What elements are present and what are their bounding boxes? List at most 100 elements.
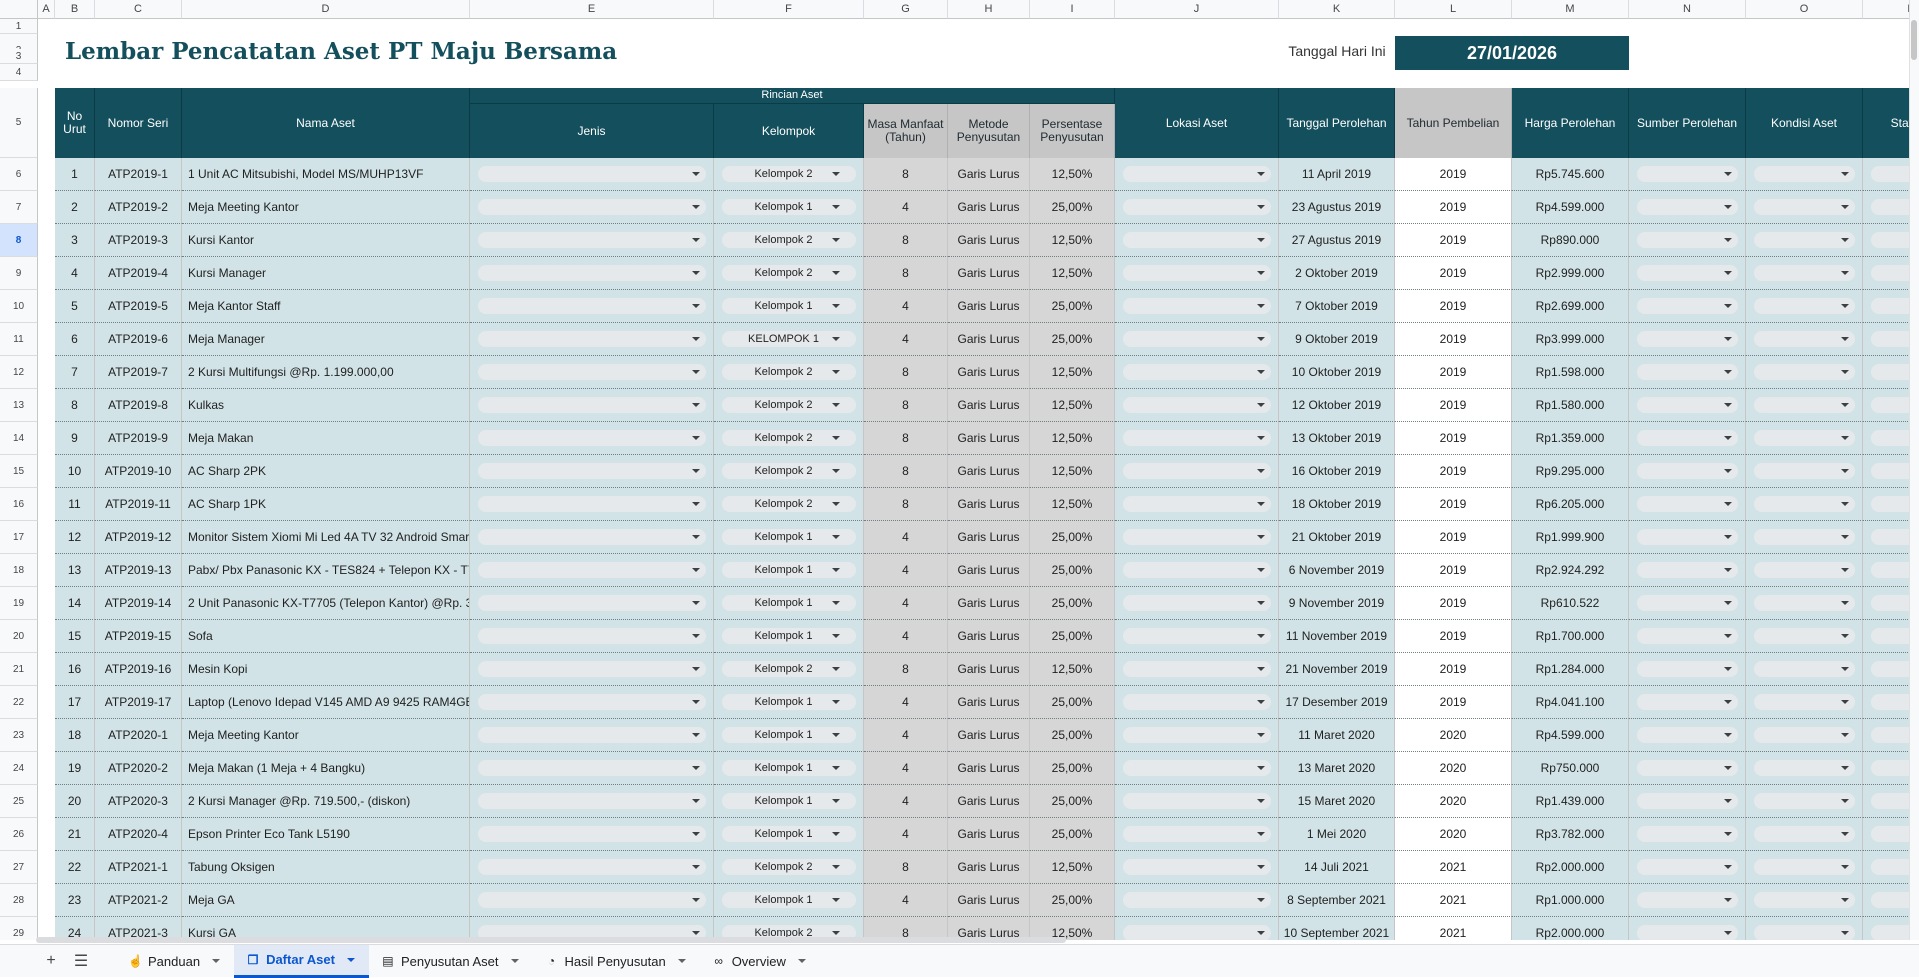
cell-masa-manfaat[interactable]: 8: [864, 224, 948, 257]
cell-no-urut[interactable]: 4: [55, 257, 95, 290]
cell-nama-aset[interactable]: Meja Makan (1 Meja + 4 Bangku): [182, 752, 470, 785]
empty-dropdown-chip[interactable]: [1636, 496, 1738, 512]
cell-metode[interactable]: Garis Lurus: [948, 818, 1030, 851]
cell-kelompok[interactable]: Kelompok 1: [714, 884, 864, 917]
cell-tanggal-perolehan[interactable]: 11 November 2019: [1279, 620, 1395, 653]
cell-tanggal-perolehan[interactable]: 13 Oktober 2019: [1279, 422, 1395, 455]
empty-dropdown-chip[interactable]: [1753, 562, 1855, 578]
cell-nomor-seri[interactable]: ATP2019-11: [95, 488, 182, 521]
cell-kondisi[interactable]: [1746, 719, 1863, 752]
cell-metode[interactable]: Garis Lurus: [948, 224, 1030, 257]
cell-nama-aset[interactable]: Monitor Sistem Xiomi Mi Led 4A TV 32 And…: [182, 521, 470, 554]
cell-persentase[interactable]: 25,00%: [1030, 323, 1115, 356]
cell-persentase[interactable]: 25,00%: [1030, 587, 1115, 620]
cell-nomor-seri[interactable]: ATP2020-2: [95, 752, 182, 785]
cell-lokasi[interactable]: [1115, 455, 1279, 488]
cell-no-urut[interactable]: 14: [55, 587, 95, 620]
cell-harga-perolehan[interactable]: Rp1.439.000: [1512, 785, 1629, 818]
cell-masa-manfaat[interactable]: 8: [864, 488, 948, 521]
empty-dropdown-chip[interactable]: [477, 496, 706, 512]
empty-dropdown-chip[interactable]: [1122, 694, 1271, 710]
cell-tahun-pembelian[interactable]: 2019: [1395, 620, 1512, 653]
cell-nama-aset[interactable]: 2 Kursi Manager @Rp. 719.500,- (diskon): [182, 785, 470, 818]
cell-lokasi[interactable]: [1115, 257, 1279, 290]
cell-kelompok[interactable]: Kelompok 1: [714, 785, 864, 818]
empty-dropdown-chip[interactable]: [477, 727, 706, 743]
cell-sumber[interactable]: [1629, 818, 1746, 851]
cell-nomor-seri[interactable]: ATP2019-2: [95, 191, 182, 224]
cell-tanggal-perolehan[interactable]: 15 Maret 2020: [1279, 785, 1395, 818]
cell-sumber[interactable]: [1629, 884, 1746, 917]
cell-kelompok[interactable]: Kelompok 2: [714, 158, 864, 191]
empty-dropdown-chip[interactable]: [1122, 925, 1271, 940]
cell-kelompok[interactable]: Kelompok 2: [714, 257, 864, 290]
empty-dropdown-chip[interactable]: [1753, 760, 1855, 776]
cell-sumber[interactable]: [1629, 587, 1746, 620]
cell-masa-manfaat[interactable]: 4: [864, 620, 948, 653]
cell-harga-perolehan[interactable]: Rp4.041.100: [1512, 686, 1629, 719]
cell-nomor-seri[interactable]: ATP2019-6: [95, 323, 182, 356]
cell-kelompok[interactable]: Kelompok 1: [714, 752, 864, 785]
kelompok-dropdown-chip[interactable]: Kelompok 1: [721, 727, 856, 743]
cell-status[interactable]: [1863, 587, 1909, 620]
cell-jenis[interactable]: [470, 356, 714, 389]
cell-lokasi[interactable]: [1115, 851, 1279, 884]
tab-menu-arrow-icon[interactable]: [212, 959, 221, 963]
cell-metode[interactable]: Garis Lurus: [948, 686, 1030, 719]
empty-dropdown-chip[interactable]: [477, 199, 706, 215]
empty-dropdown-chip[interactable]: [1122, 430, 1271, 446]
empty-dropdown-chip[interactable]: [477, 793, 706, 809]
empty-dropdown-chip[interactable]: [1122, 628, 1271, 644]
cell-lokasi[interactable]: [1115, 620, 1279, 653]
empty-dropdown-chip[interactable]: [1122, 265, 1271, 281]
cell-tanggal-perolehan[interactable]: 8 September 2021: [1279, 884, 1395, 917]
empty-dropdown-chip[interactable]: [1636, 826, 1738, 842]
cell-jenis[interactable]: [470, 554, 714, 587]
cell-tahun-pembelian[interactable]: 2019: [1395, 587, 1512, 620]
cell-nomor-seri[interactable]: ATP2019-13: [95, 554, 182, 587]
cell-lokasi[interactable]: [1115, 224, 1279, 257]
column-header-a[interactable]: A: [38, 0, 55, 19]
empty-dropdown-chip[interactable]: [1122, 859, 1271, 875]
row-header-24[interactable]: 24: [0, 752, 38, 785]
date-value[interactable]: 27/01/2026: [1395, 36, 1629, 70]
column-header-f[interactable]: F: [714, 0, 864, 19]
empty-dropdown-chip[interactable]: [1636, 925, 1738, 940]
empty-dropdown-chip[interactable]: [477, 760, 706, 776]
cell-kelompok[interactable]: Kelompok 1: [714, 554, 864, 587]
cell-no-urut[interactable]: 20: [55, 785, 95, 818]
empty-dropdown-chip[interactable]: [1871, 298, 1909, 314]
cell-nama-aset[interactable]: 2 Unit Panasonic KX-T7705 (Telepon Kanto…: [182, 587, 470, 620]
cell-nama-aset[interactable]: Kursi Manager: [182, 257, 470, 290]
cell-tahun-pembelian[interactable]: 2019: [1395, 323, 1512, 356]
kelompok-dropdown-chip[interactable]: Kelompok 2: [721, 232, 856, 248]
empty-dropdown-chip[interactable]: [1871, 595, 1909, 611]
cell-harga-perolehan[interactable]: Rp2.699.000: [1512, 290, 1629, 323]
cell-nomor-seri[interactable]: ATP2019-10: [95, 455, 182, 488]
row-header-9[interactable]: 9: [0, 257, 38, 290]
cell-lokasi[interactable]: [1115, 323, 1279, 356]
cell-jenis[interactable]: [470, 851, 714, 884]
cell-persentase[interactable]: 25,00%: [1030, 752, 1115, 785]
cell-no-urut[interactable]: 5: [55, 290, 95, 323]
column-header-b[interactable]: B: [55, 0, 95, 19]
cell-no-urut[interactable]: 21: [55, 818, 95, 851]
cell-no-urut[interactable]: 23: [55, 884, 95, 917]
empty-dropdown-chip[interactable]: [1871, 628, 1909, 644]
cell-sumber[interactable]: [1629, 158, 1746, 191]
cell-tahun-pembelian[interactable]: 2019: [1395, 653, 1512, 686]
cell-persentase[interactable]: 12,50%: [1030, 389, 1115, 422]
empty-dropdown-chip[interactable]: [1753, 331, 1855, 347]
empty-dropdown-chip[interactable]: [477, 529, 706, 545]
cell-status[interactable]: [1863, 356, 1909, 389]
cell-persentase[interactable]: 12,50%: [1030, 653, 1115, 686]
cell-status[interactable]: [1863, 851, 1909, 884]
empty-dropdown-chip[interactable]: [1753, 298, 1855, 314]
cell-no-urut[interactable]: 16: [55, 653, 95, 686]
cell-tanggal-perolehan[interactable]: 21 Oktober 2019: [1279, 521, 1395, 554]
cell-tanggal-perolehan[interactable]: 27 Agustus 2019: [1279, 224, 1395, 257]
empty-dropdown-chip[interactable]: [1753, 859, 1855, 875]
cell-metode[interactable]: Garis Lurus: [948, 323, 1030, 356]
empty-dropdown-chip[interactable]: [1122, 397, 1271, 413]
kelompok-dropdown-chip[interactable]: Kelompok 1: [721, 760, 856, 776]
